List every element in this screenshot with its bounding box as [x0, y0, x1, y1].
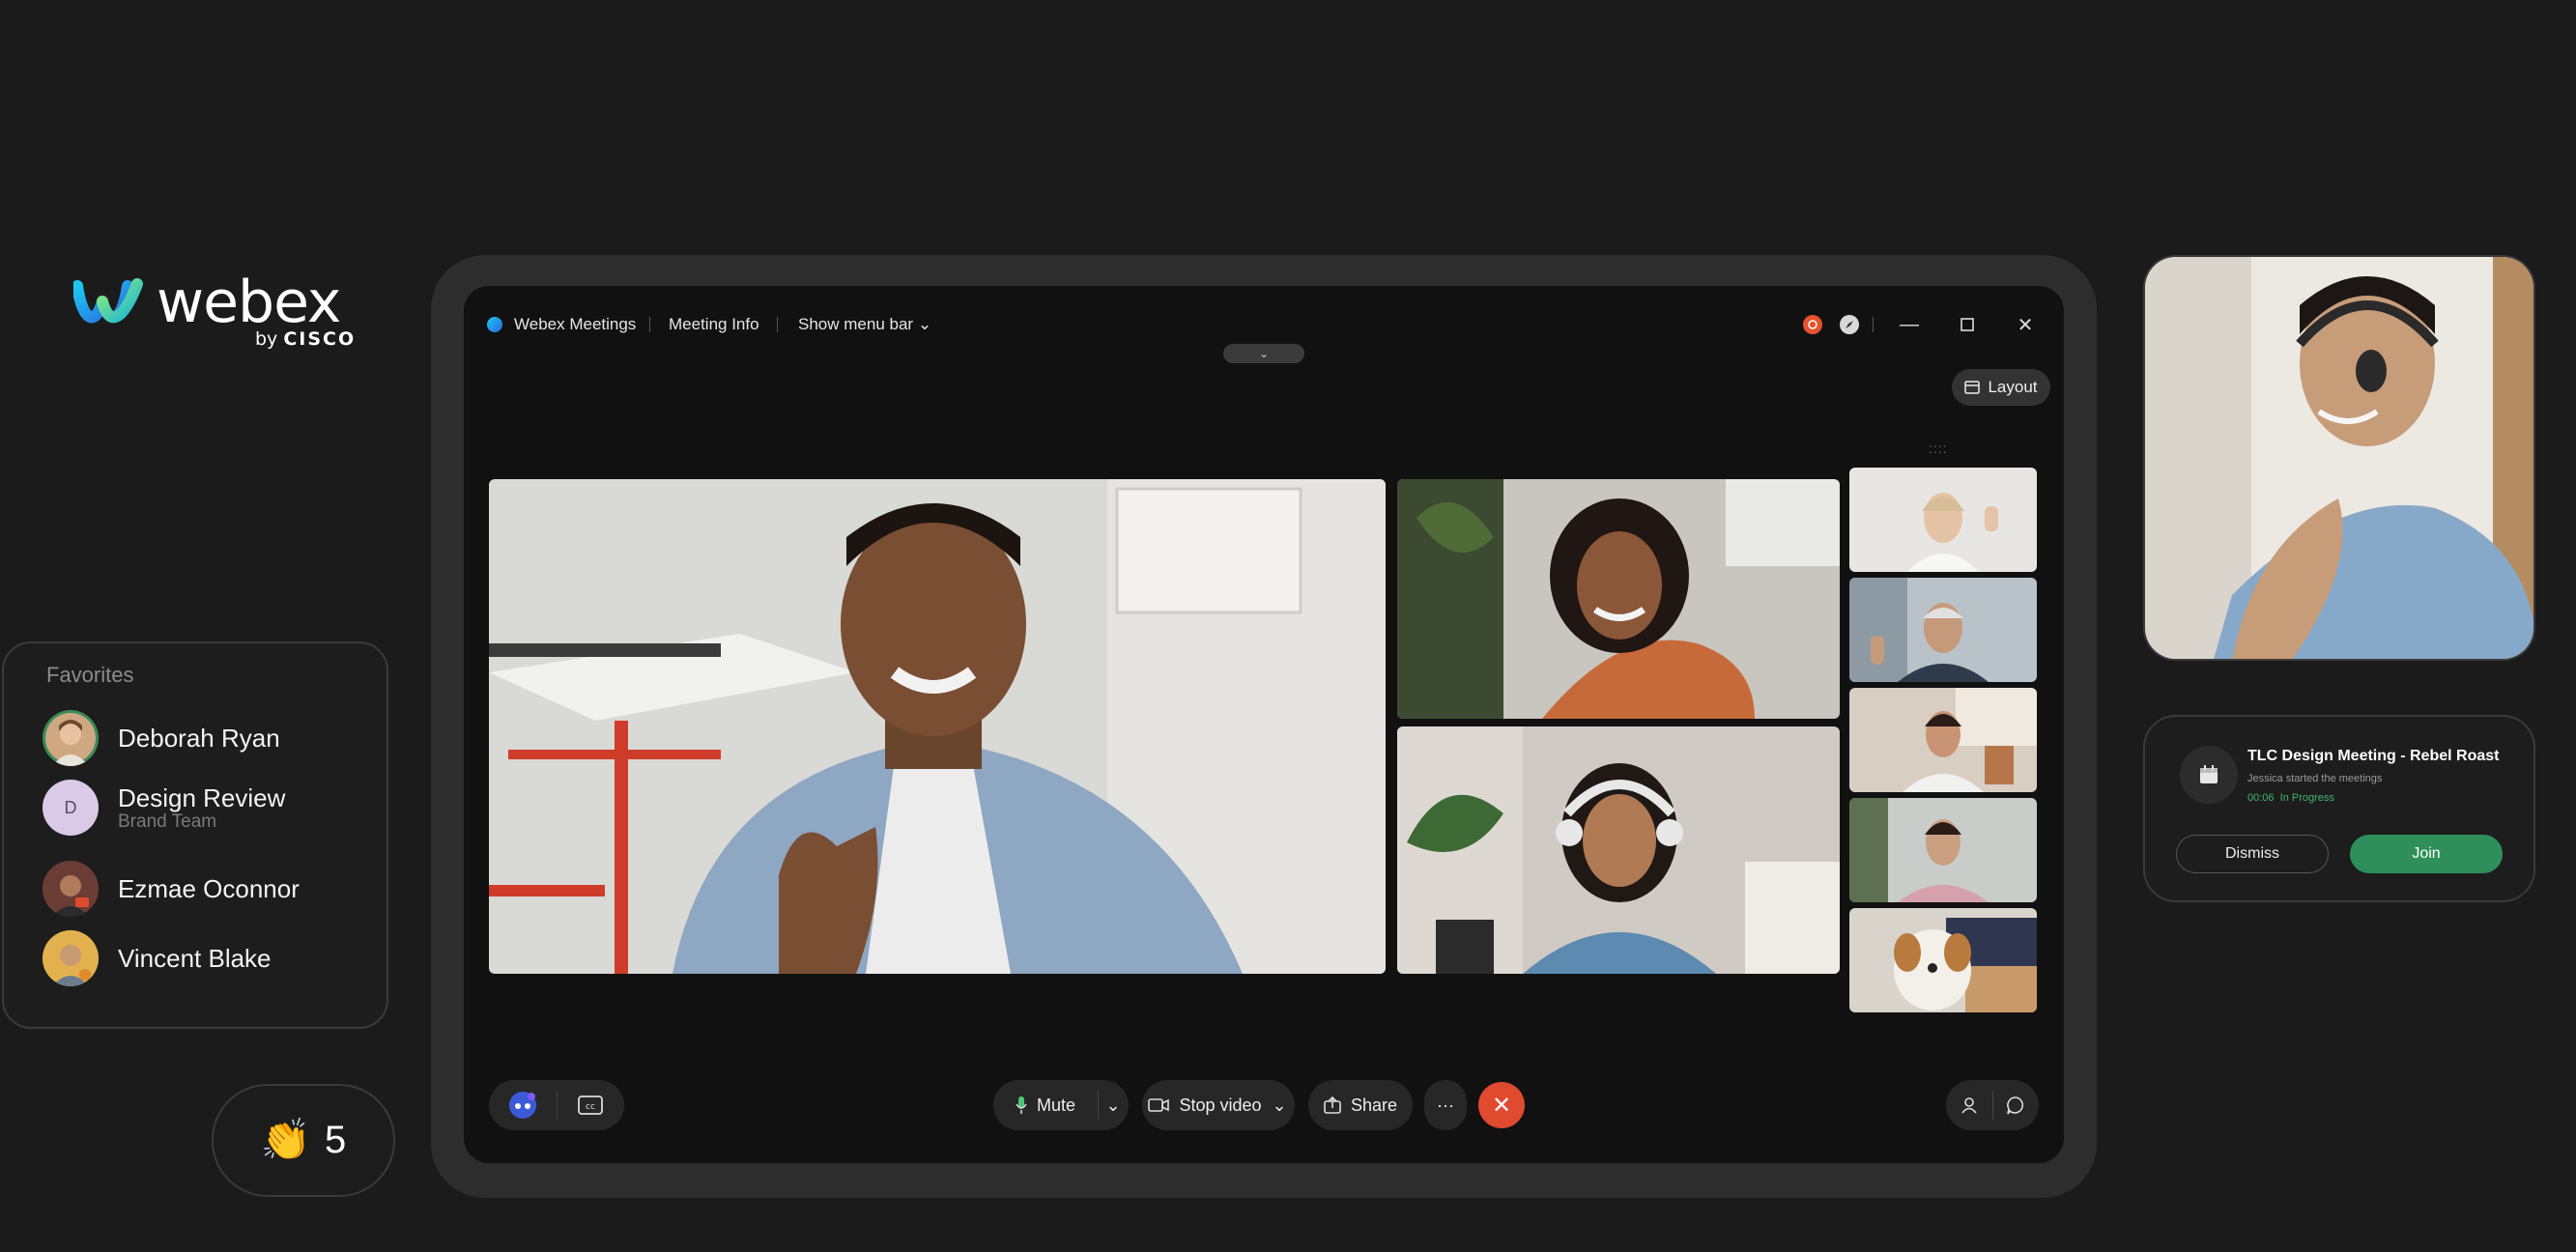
- video-tile-participant-5[interactable]: [1849, 578, 2037, 682]
- close-icon[interactable]: ✕: [2014, 313, 2037, 336]
- avatar: D: [43, 780, 99, 836]
- ai-assistant-icon: [508, 1092, 536, 1119]
- avatar: [43, 930, 99, 986]
- participants-button[interactable]: [1946, 1080, 1992, 1130]
- brand-word: webex: [157, 269, 341, 336]
- video-tile-participant-6[interactable]: [1849, 688, 2037, 792]
- assistant-group: cc: [489, 1080, 624, 1130]
- webex-app-icon: [487, 317, 502, 332]
- stop-video-button[interactable]: Stop video: [1142, 1080, 1268, 1130]
- panels-group: [1946, 1080, 2039, 1130]
- close-icon: ✕: [1491, 1092, 1512, 1119]
- more-icon: ···: [1437, 1095, 1454, 1115]
- mute-group: Mute ⌄: [993, 1080, 1129, 1130]
- layout-button[interactable]: Layout: [1952, 369, 2050, 406]
- maximize-icon[interactable]: [1956, 313, 1979, 336]
- join-button[interactable]: Join: [2350, 835, 2503, 873]
- video-tile-main-speaker[interactable]: [489, 479, 1386, 974]
- microphone-icon: [1016, 1096, 1027, 1114]
- minimize-icon[interactable]: —: [1898, 313, 1921, 336]
- video-camera-icon: [1148, 1098, 1170, 1112]
- meeting-window: Webex Meetings Meeting Info Show menu ba…: [464, 286, 2064, 1163]
- favorite-vincent-blake[interactable]: Vincent Blake: [43, 929, 371, 987]
- show-menu-bar-button[interactable]: Show menu bar ⌄: [798, 313, 931, 336]
- share-button[interactable]: Share: [1308, 1080, 1413, 1130]
- notification-subtitle: Jessica started the meetings: [2247, 773, 2383, 784]
- chevron-down-icon: ⌄: [1272, 1095, 1287, 1115]
- notification-status: 00:06 In Progress: [2247, 792, 2334, 804]
- reaction-counter[interactable]: 👏 5: [212, 1084, 395, 1197]
- mute-options-button[interactable]: ⌄: [1099, 1080, 1128, 1130]
- app-name: Webex Meetings: [514, 315, 637, 333]
- brand-byline: by CISCO: [255, 328, 357, 350]
- favorite-name: Vincent Blake: [118, 944, 272, 973]
- avatar: [43, 861, 99, 917]
- video-tile-participant-7[interactable]: [1849, 798, 2037, 902]
- video-options-button[interactable]: ⌄: [1268, 1080, 1291, 1130]
- reaction-count: 5: [325, 1119, 347, 1161]
- mute-button[interactable]: Mute: [993, 1080, 1098, 1130]
- meeting-info-link[interactable]: Meeting Info: [669, 313, 759, 336]
- video-tile-participant-4[interactable]: [1849, 468, 2037, 572]
- avatar: [43, 710, 99, 766]
- favorite-name: Deborah Ryan: [118, 724, 280, 753]
- notification-title: TLC Design Meeting - Rebel Roast: [2247, 748, 2500, 764]
- participants-icon: [1961, 1097, 1977, 1114]
- more-options-button[interactable]: ···: [1424, 1080, 1467, 1130]
- svg-text:cc: cc: [586, 1102, 595, 1112]
- favorite-name: Ezmae Oconnor: [118, 874, 300, 903]
- favorite-subtitle: Brand Team: [118, 811, 217, 832]
- favorite-deborah-ryan[interactable]: Deborah Ryan: [43, 709, 371, 767]
- calendar-icon: [2180, 746, 2238, 804]
- chat-button[interactable]: [1993, 1080, 2038, 1130]
- drag-handle-icon[interactable]: ::::: [1929, 441, 1948, 456]
- compass-icon[interactable]: [1838, 313, 1861, 336]
- video-tile-participant-3[interactable]: [1397, 726, 1840, 974]
- end-call-button[interactable]: ✕: [1478, 1082, 1525, 1128]
- chat-icon: [2007, 1096, 2024, 1115]
- meeting-notification: TLC Design Meeting - Rebel Roast Jessica…: [2143, 715, 2535, 902]
- favorites-title: Favorites: [46, 663, 134, 687]
- chevron-down-icon: ⌄: [917, 315, 932, 333]
- closed-captions-icon: cc: [578, 1096, 604, 1115]
- recording-icon[interactable]: [1801, 313, 1824, 336]
- self-view-video[interactable]: [2143, 255, 2535, 661]
- title-bar: Webex Meetings Meeting Info Show menu ba…: [464, 313, 2064, 336]
- favorite-ezmae-oconnor[interactable]: Ezmae Oconnor: [43, 860, 371, 918]
- favorite-design-review[interactable]: D Design Review Brand Team: [43, 779, 371, 837]
- layout-icon: [1964, 381, 1981, 394]
- closed-captions-button[interactable]: cc: [558, 1080, 625, 1130]
- favorites-panel: Favorites Deborah Ryan D Design Review B…: [2, 641, 388, 1029]
- share-icon: [1324, 1096, 1341, 1114]
- clapping-hands-icon: 👏: [260, 1117, 312, 1162]
- video-tile-participant-8[interactable]: [1849, 908, 2037, 1012]
- menu-pull-tab[interactable]: ⌄: [1223, 344, 1304, 363]
- meeting-controls-bar: cc Mute ⌄ Stop video ⌄ Share ··· ✕: [464, 1080, 2064, 1130]
- webex-logo: webex by CISCO: [73, 272, 363, 359]
- webex-logo-icon: [73, 278, 143, 324]
- chevron-down-icon: ⌄: [1105, 1095, 1121, 1115]
- video-group: Stop video ⌄: [1142, 1080, 1295, 1130]
- dismiss-button[interactable]: Dismiss: [2176, 835, 2329, 873]
- ai-assistant-button[interactable]: [489, 1080, 557, 1130]
- favorite-name: Design Review: [118, 783, 286, 812]
- chevron-down-icon: ⌄: [1258, 347, 1270, 360]
- video-tile-participant-2[interactable]: [1397, 479, 1840, 719]
